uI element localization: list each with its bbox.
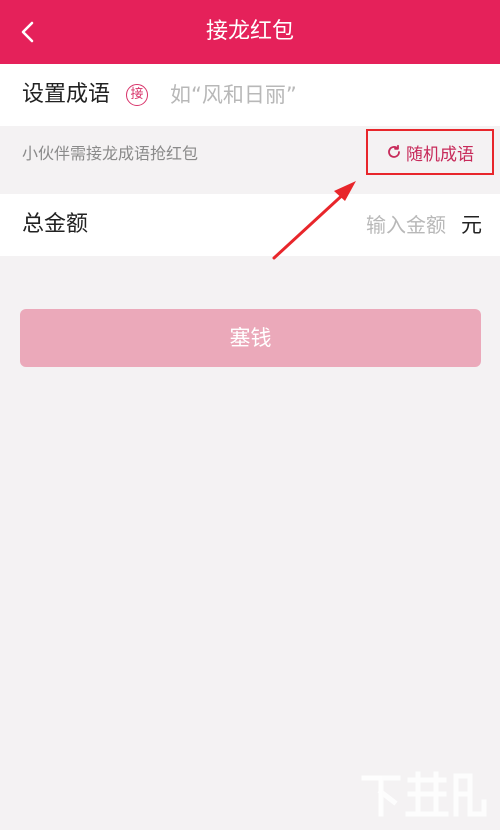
currency-unit-label: 元 — [461, 213, 482, 237]
top-navbar: 接龙红包 — [0, 0, 500, 64]
submit-money-button[interactable]: 塞钱 — [20, 309, 481, 367]
amount-input[interactable] — [300, 207, 446, 243]
amount-row: 总金额 元 — [0, 194, 500, 256]
amount-label: 总金额 — [22, 212, 89, 237]
refresh-icon — [388, 144, 400, 158]
random-idiom-button[interactable]: 随机成语 — [366, 129, 494, 175]
idiom-label: 设置成语 — [22, 82, 111, 107]
random-idiom-label: 随机成语 — [406, 144, 474, 165]
hint-text: 小伙伴需接龙成语抢红包 — [22, 144, 199, 163]
idiom-row: 设置成语 接 — [0, 64, 500, 126]
watermark-logo — [361, 771, 487, 817]
jie-badge: 接 — [126, 84, 148, 106]
page-title: 接龙红包 — [205, 19, 294, 44]
idiom-input[interactable] — [170, 77, 470, 113]
